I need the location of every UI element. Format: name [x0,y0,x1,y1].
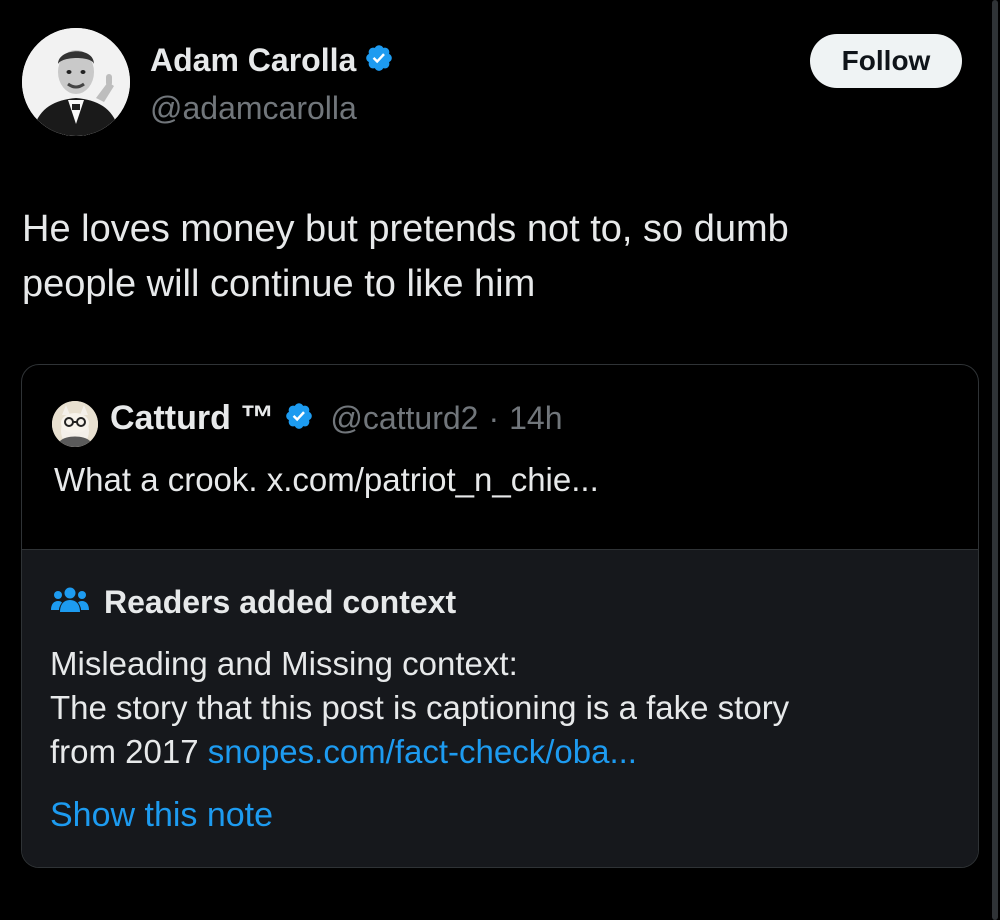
show-note-link[interactable]: Show this note [50,796,273,835]
note-line: from 2017 snopes.com/fact-check/oba... [50,730,950,774]
community-note: Readers added context Misleading and Mis… [22,549,978,867]
people-group-icon [50,584,90,621]
follow-button[interactable]: Follow [810,34,962,88]
quoted-tweet-card[interactable]: Catturd ™ @catturd2 · 14h What a crook. … [21,364,979,868]
source-link[interactable]: snopes.com/fact-check/oba... [208,733,637,770]
author-handle[interactable]: @adamcarolla [150,90,357,127]
author-name-row: Adam Carolla [150,42,394,79]
author-avatar[interactable] [22,28,130,136]
author-name[interactable]: Adam Carolla [150,42,356,79]
quoted-author-handle[interactable]: @catturd2 [330,400,478,437]
community-note-header: Readers added context [50,584,456,621]
note-line: Misleading and Missing context: [50,645,518,682]
quoted-timestamp[interactable]: 14h [509,400,562,437]
quoted-tweet[interactable]: Catturd ™ @catturd2 · 14h What a crook. … [22,365,978,549]
verified-badge-icon [284,401,314,436]
community-note-body: Misleading and Missing context: The stor… [50,642,950,774]
tweet-text: He loves money but pretends not to, so d… [22,202,922,312]
scrollbar[interactable] [992,0,998,920]
note-text: from 2017 [50,733,208,770]
meta-separator: · [488,400,500,436]
quoted-author-avatar[interactable] [52,401,98,447]
verified-badge-icon [364,43,394,78]
quoted-author-name[interactable]: Catturd ™ [110,399,274,438]
community-note-title: Readers added context [104,584,457,620]
note-line: The story that this post is captioning i… [50,689,790,726]
quoted-header: Catturd ™ @catturd2 · 14h [110,399,562,438]
tweet-text-line: people will continue to like him [22,263,536,305]
tweet-text-line: He loves money but pretends not to, so d… [22,208,789,250]
quoted-text: What a crook. x.com/patriot_n_chie... [54,461,599,498]
tweet-header: Adam Carolla @adamcarolla Follow [22,24,962,144]
